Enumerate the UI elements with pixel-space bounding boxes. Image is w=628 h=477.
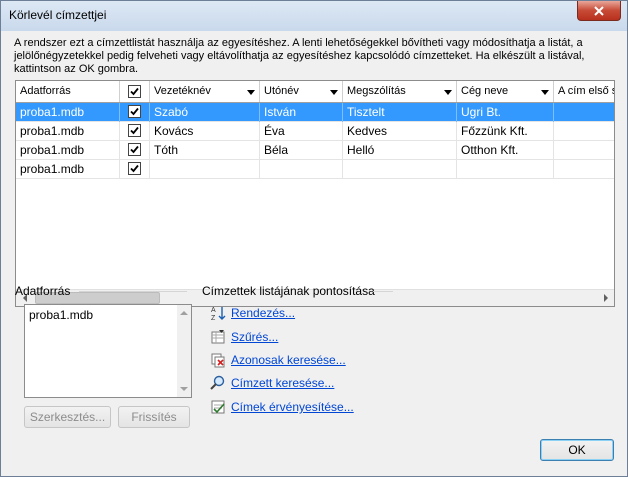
svg-text:Z: Z [211,315,216,321]
filter-icon [210,329,226,345]
cell-company [457,160,554,179]
refresh-button[interactable]: Frissítés [118,406,190,428]
validate-addresses-link[interactable]: Címek érvényesítése... [210,398,354,416]
scroll-down-button[interactable] [177,381,191,397]
checkmark-icon [130,107,139,116]
table-row[interactable]: proba1.mdb [16,160,614,179]
cell-salutation [343,160,457,179]
checkmark-icon [130,164,139,173]
find-recipient-link[interactable]: Címzett keresése... [210,374,334,392]
datasource-list[interactable]: proba1.mdb [24,304,192,398]
cell-source: proba1.mdb [16,160,120,179]
column-header-source[interactable]: Adatforrás [16,81,120,102]
cell-include [120,160,150,179]
cell-first-name: Éva [260,122,343,141]
datasource-label: Adatforrás [15,284,71,298]
column-header-last-name[interactable]: Vezetéknév [150,81,260,102]
include-checkbox[interactable] [128,124,141,137]
cell-include [120,103,150,122]
cell-first-name: Béla [260,141,343,160]
dropdown-arrow-icon[interactable] [247,90,255,95]
cell-salutation: Helló [343,141,457,160]
dropdown-arrow-icon[interactable] [541,90,549,95]
cell-company: Otthon Kft. [457,141,554,160]
include-checkbox[interactable] [128,162,141,175]
cell-address [554,160,614,179]
edit-button[interactable]: Szerkesztés... [24,406,111,428]
cell-salutation: Kedves [343,122,457,141]
cell-salutation: Tisztelt [343,103,457,122]
scroll-right-button[interactable] [597,290,614,306]
scroll-up-button[interactable] [177,305,191,321]
title-bar[interactable]: Körlevél címzettjei [1,1,627,31]
description-text: A rendszer ezt a címzettlistát használja… [14,37,585,75]
divider [373,291,393,292]
svg-text:A: A [211,307,216,314]
cell-source: proba1.mdb [16,103,120,122]
grid-header: Adatforrás Vezetéknév Utónév Megszólítás [16,81,614,103]
cell-source: proba1.mdb [16,141,120,160]
column-header-company[interactable]: Cég neve [457,81,554,102]
table-row[interactable]: proba1.mdb Szabó István Tisztelt Ugri Bt… [16,103,614,122]
cell-include [120,141,150,160]
dropdown-arrow-icon[interactable] [444,90,452,95]
find-recipient-icon [210,375,226,391]
find-duplicates-link[interactable]: Azonosak keresése... [210,351,346,369]
vertical-scrollbar[interactable] [177,305,191,397]
table-row[interactable]: proba1.mdb Kovács Éva Kedves Főzzünk Kft… [16,122,614,141]
dropdown-arrow-icon[interactable] [330,90,338,95]
dialog-content: A rendszer ezt a címzettlistát használja… [7,31,621,471]
table-row[interactable]: proba1.mdb Tóth Béla Helló Otthon Kft. [16,141,614,160]
arrow-down-icon [180,387,188,391]
cell-first-name: István [260,103,343,122]
find-duplicates-icon [210,352,226,368]
grid-body: proba1.mdb Szabó István Tisztelt Ugri Bt… [16,103,614,179]
ok-button[interactable]: OK [540,439,614,461]
arrow-up-icon [180,311,188,315]
column-header-salutation[interactable]: Megszólítás [343,81,457,102]
column-header-address[interactable]: A cím első s [554,81,614,102]
select-all-checkbox[interactable] [128,85,141,98]
arrow-right-icon [603,294,608,302]
cell-include [120,122,150,141]
include-checkbox[interactable] [128,143,141,156]
cell-company: Főzzünk Kft. [457,122,554,141]
checkmark-icon [130,145,139,154]
cell-source: proba1.mdb [16,122,120,141]
sort-az-icon: AZ [210,305,226,321]
window-title: Körlevél címzettjei [9,8,107,22]
cell-last-name: Szabó [150,103,260,122]
recipients-grid: Adatforrás Vezetéknév Utónév Megszólítás [15,80,615,307]
column-header-checkbox[interactable] [120,81,150,102]
cell-last-name: Kovács [150,122,260,141]
list-item[interactable]: proba1.mdb [29,308,93,322]
cell-company: Ugri Bt. [457,103,554,122]
validate-addresses-icon [210,399,226,415]
cell-last-name: Tóth [150,141,260,160]
cell-last-name [150,160,260,179]
refine-label: Címzettek listájának pontosítása [202,284,375,298]
sort-link[interactable]: AZ Rendezés... [210,304,295,322]
cell-address [554,141,614,160]
include-checkbox[interactable] [128,105,141,118]
dialog-window: Körlevél címzettjei A rendszer ezt a cím… [0,0,628,477]
close-icon [594,5,604,16]
close-button[interactable] [577,1,621,21]
cell-first-name [260,160,343,179]
column-header-first-name[interactable]: Utónév [260,81,343,102]
divider [79,291,187,292]
cell-address [554,103,614,122]
checkmark-icon [130,87,139,96]
checkmark-icon [130,126,139,135]
filter-link[interactable]: Szűrés... [210,328,278,346]
cell-address [554,122,614,141]
